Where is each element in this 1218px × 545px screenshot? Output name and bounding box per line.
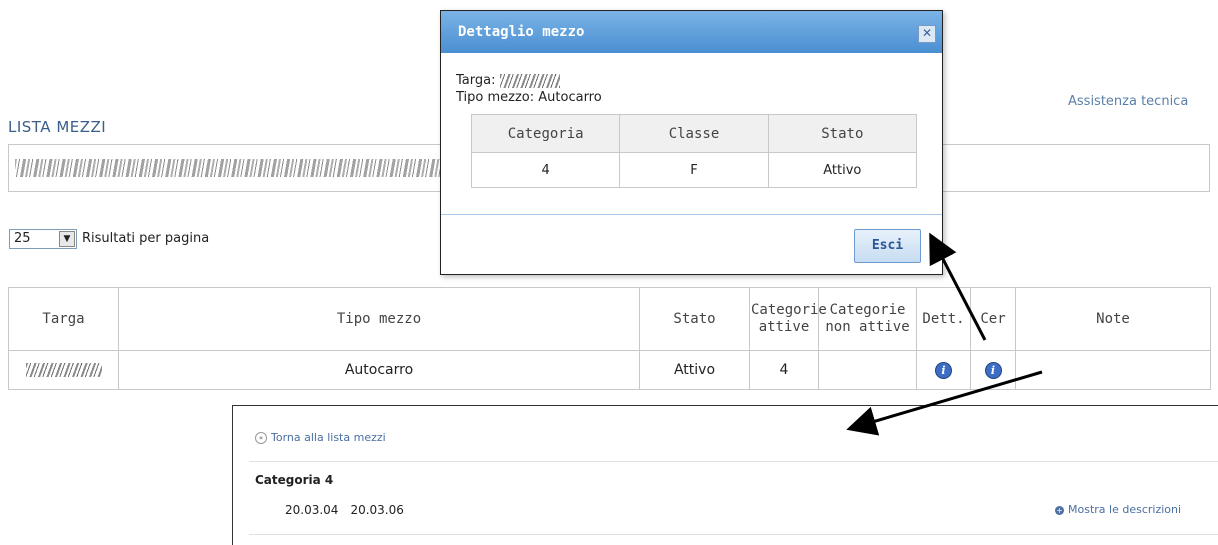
arrow-to-dialog [929, 232, 987, 341]
arrow-to-detail-panel [846, 370, 1043, 436]
annotation-arrows [846, 232, 1043, 436]
